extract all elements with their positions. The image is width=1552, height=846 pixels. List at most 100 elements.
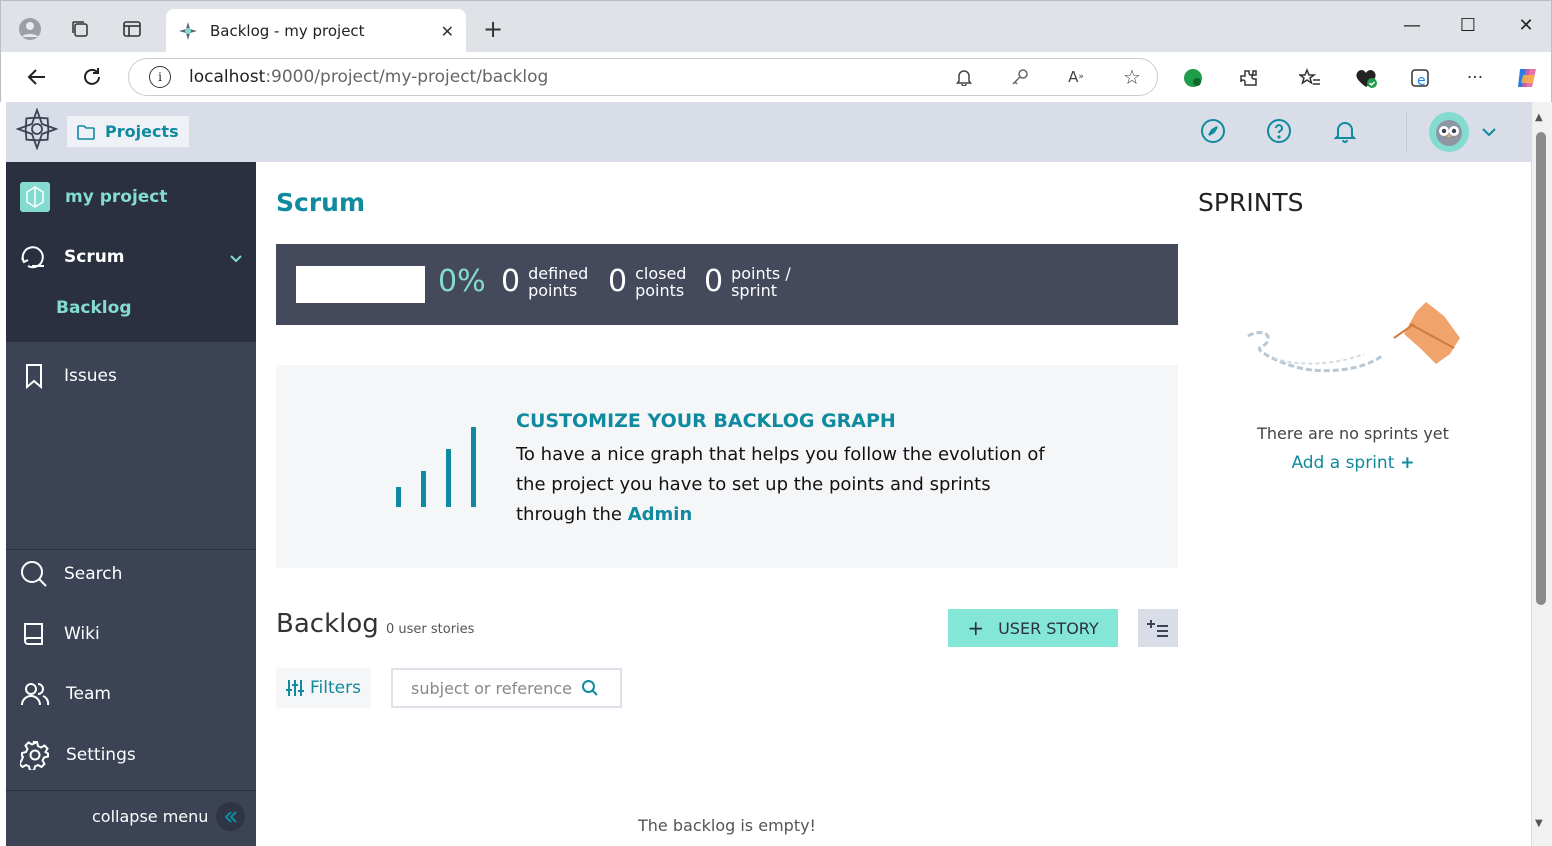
project-name: my project — [65, 187, 168, 207]
folder-icon — [77, 124, 95, 140]
extensions-icon[interactable] — [1235, 64, 1263, 92]
points-per-sprint-stat: 0 points / sprint — [704, 263, 791, 300]
kite-illustration-icon — [1247, 302, 1460, 373]
graph-description: To have a nice graph that helps you foll… — [516, 444, 1045, 525]
chevron-down-icon[interactable] — [1480, 123, 1498, 141]
tab-title: Backlog - my project — [210, 22, 365, 40]
team-people-icon — [21, 683, 50, 706]
sidebar-item-label: Scrum — [64, 247, 125, 267]
sidebar-item-backlog[interactable]: Backlog — [56, 298, 132, 318]
workspaces-icon[interactable] — [66, 15, 94, 43]
back-icon[interactable] — [22, 62, 52, 92]
filters-label: Filters — [310, 678, 361, 698]
search-input[interactable] — [411, 678, 581, 698]
notifications-bell-icon[interactable] — [1332, 118, 1358, 144]
bulk-add-button[interactable] — [1138, 609, 1178, 647]
favorite-star-icon[interactable]: ☆ — [1121, 65, 1143, 89]
sidebar-item-settings[interactable]: Settings — [20, 740, 136, 770]
sidebar-item-label: Wiki — [64, 624, 100, 644]
app-viewport: Projects my project Scrum Backlog Issues — [6, 102, 1531, 846]
gear-icon — [20, 741, 49, 770]
filters-button[interactable]: Filters — [276, 668, 371, 708]
site-info-icon[interactable]: i — [149, 66, 171, 88]
backlog-title: Backlog — [276, 609, 379, 639]
sidebar-item-issues[interactable]: Issues — [20, 362, 117, 390]
url-text[interactable]: localhost:9000/project/my-project/backlo… — [189, 67, 548, 87]
graph-heading: CUSTOMIZE YOUR BACKLOG GRAPH — [516, 410, 896, 432]
scroll-down-arrow-icon[interactable]: ▼ — [1535, 818, 1543, 829]
discover-compass-icon[interactable] — [1200, 118, 1226, 144]
chevron-down-icon[interactable] — [228, 250, 244, 266]
plus-icon: + — [967, 616, 985, 640]
evernote-extension-icon[interactable] — [1179, 64, 1207, 92]
progress-percent: 0% — [438, 264, 486, 299]
projects-button[interactable]: Projects — [67, 116, 189, 147]
sidebar-divider — [6, 549, 256, 550]
maximize-icon[interactable]: ☐ — [1453, 15, 1483, 36]
more-menu-icon[interactable]: ··· — [1461, 64, 1489, 92]
bookmark-icon — [26, 364, 42, 390]
sidebar-item-wiki[interactable]: Wiki — [20, 620, 100, 648]
sidebar-item-label: Team — [66, 684, 111, 704]
add-sprint-label: Add a sprint — [1291, 453, 1395, 473]
sidebar-item-scrum[interactable]: Scrum — [20, 244, 125, 270]
minimize-icon[interactable]: — — [1397, 15, 1427, 36]
sidebar-item-label: Settings — [66, 745, 136, 765]
collapse-menu[interactable]: collapse menu — [6, 790, 256, 846]
tab-actions-icon[interactable] — [118, 15, 146, 43]
page-title: Scrum — [276, 188, 366, 217]
sidebar-project-section: my project Scrum Backlog — [6, 162, 256, 342]
browser-toolbar: i localhost:9000/project/my-project/back… — [0, 52, 1552, 102]
filter-sliders-icon — [286, 680, 305, 696]
scroll-thumb[interactable] — [1536, 132, 1546, 605]
user-story-count: 0 user stories — [386, 622, 475, 637]
taiga-logo-icon[interactable] — [16, 108, 58, 150]
copilot-icon[interactable] — [1513, 64, 1541, 92]
bar-graph-icon — [396, 427, 476, 507]
close-tab-icon[interactable]: ✕ — [441, 22, 454, 41]
profile-icon[interactable] — [16, 15, 44, 43]
notification-permission-icon[interactable] — [953, 66, 975, 88]
sidebar-item-team[interactable]: Team — [20, 680, 111, 708]
backlog-search[interactable] — [391, 668, 622, 708]
no-sprints-message: There are no sprints yet — [1257, 424, 1449, 443]
search-icon — [21, 561, 47, 587]
read-aloud-icon[interactable]: A» — [1065, 66, 1087, 88]
search-icon[interactable] — [581, 679, 599, 697]
graph-placeholder: CUSTOMIZE YOUR BACKLOG GRAPH To have a n… — [276, 365, 1178, 568]
projects-label: Projects — [105, 122, 179, 141]
add-sprint-link[interactable]: Add a sprint + — [1198, 453, 1508, 473]
sidebar-item-search[interactable]: Search — [20, 560, 122, 588]
scroll-up-arrow-icon[interactable]: ▲ — [1535, 112, 1543, 123]
sidebar-project[interactable]: my project — [20, 182, 168, 212]
help-icon[interactable] — [1266, 118, 1292, 144]
active-tab[interactable]: Backlog - my project ✕ — [166, 9, 466, 53]
sidebar: my project Scrum Backlog Issues Search W… — [6, 162, 256, 846]
collapse-chevrons-icon[interactable] — [216, 802, 245, 831]
page-scrollbar[interactable]: ▲ ▼ — [1531, 102, 1552, 846]
project-logo-icon — [20, 182, 50, 212]
new-tab-icon[interactable]: + — [479, 15, 507, 43]
collapse-menu-label: collapse menu — [92, 807, 209, 826]
window-close-icon[interactable]: ✕ — [1511, 15, 1541, 36]
browser-essentials-icon[interactable] — [1352, 64, 1380, 92]
add-user-story-label: USER STORY — [998, 618, 1099, 638]
password-key-icon[interactable] — [1009, 66, 1031, 88]
browser-tab-bar: Backlog - my project ✕ + — ☐ ✕ — [0, 0, 1552, 53]
admin-link[interactable]: Admin — [628, 504, 693, 525]
add-user-story-button[interactable]: + USER STORY — [948, 609, 1118, 647]
collections-icon[interactable]: e — [1407, 64, 1435, 92]
book-icon — [24, 623, 43, 645]
user-avatar[interactable] — [1429, 112, 1469, 152]
backlog-empty-message: The backlog is empty! — [638, 816, 816, 835]
progress-bar — [296, 266, 425, 303]
plus-icon: + — [1394, 453, 1415, 473]
defined-points-stat: 0 defined points — [501, 263, 589, 300]
sprints-title: SPRINTS — [1198, 188, 1304, 217]
favorites-icon[interactable] — [1296, 64, 1324, 92]
taiga-favicon-icon — [179, 22, 197, 40]
address-bar[interactable]: i localhost:9000/project/my-project/back… — [128, 58, 1158, 96]
list-plus-icon — [1147, 620, 1168, 637]
sidebar-item-label: Issues — [64, 366, 117, 386]
reload-icon[interactable] — [77, 62, 107, 92]
